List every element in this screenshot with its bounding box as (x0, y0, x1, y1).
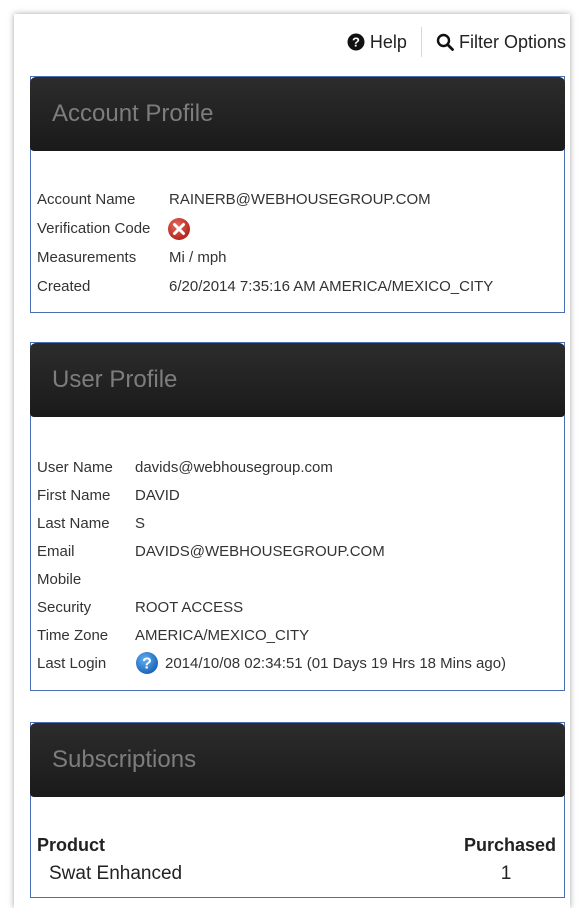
field-label: Last Name (37, 514, 110, 532)
field-label: Email (37, 542, 75, 560)
subscriptions-title: Subscriptions (52, 746, 197, 773)
product-column-header: Product (37, 835, 106, 855)
svg-text:?: ? (142, 656, 152, 673)
user-profile-title: User Profile (52, 366, 178, 393)
filter-options-label: Filter Options (458, 31, 566, 52)
user-profile-panel: User Profile User Name davids@webhousegr… (30, 342, 565, 691)
product-name: Swat Enhanced (49, 863, 183, 884)
error-x-icon (167, 217, 191, 241)
field-label: Last Login (37, 654, 107, 672)
security-row: Security ROOT ACCESS (37, 593, 564, 621)
account-profile-fields: Account Name RAINERB@WEBHOUSEGROUP.COM V… (31, 151, 564, 301)
account-name-row: Account Name RAINERB@WEBHOUSEGROUP.COM (37, 185, 564, 214)
help-button[interactable]: ? Help (341, 28, 413, 57)
last-login-row: Last Login ? 2014/10/08 02:34:51 (01 Day… (37, 649, 564, 677)
subscriptions-table: Product Purchased Swat Enhanced 1 (31, 797, 564, 885)
help-label: Help (369, 31, 407, 52)
subscriptions-panel: Subscriptions Product Purchased Swat Enh… (30, 722, 565, 898)
last-login-value: 2014/10/08 02:34:51 (01 Days 19 Hrs 18 M… (165, 654, 507, 672)
email-value: DAVIDS@WEBHOUSEGROUP.COM (135, 542, 385, 560)
field-label: Account Name (37, 191, 136, 208)
svg-text:?: ? (352, 35, 360, 50)
search-icon (436, 33, 454, 51)
field-label: Created (37, 278, 91, 295)
account-profile-header: Account Profile (30, 77, 565, 151)
field-label: User Name (37, 458, 113, 476)
help-info-icon[interactable]: ? (135, 651, 159, 675)
question-circle-icon: ? (347, 33, 365, 51)
mobile-row: Mobile (37, 565, 564, 593)
first-name-value: DAVID (135, 486, 180, 504)
created-row: Created 6/20/2014 7:35:16 AM AMERICA/MEX… (37, 272, 564, 301)
user-profile-fields: User Name davids@webhousegroup.com First… (31, 417, 564, 677)
user-profile-header: User Profile (30, 343, 565, 417)
field-label: Security (37, 598, 92, 616)
toolbar: ? Help Filter Options (341, 24, 572, 60)
time-zone-row: Time Zone AMERICA/MEXICO_CITY (37, 621, 564, 649)
field-label: Verification Code (37, 220, 151, 237)
account-name-value: RAINERB@WEBHOUSEGROUP.COM (169, 191, 431, 208)
created-value: 6/20/2014 7:35:16 AM AMERICA/MEXICO_CITY (169, 278, 494, 295)
field-label: Measurements (37, 249, 137, 266)
first-name-row: First Name DAVID (37, 481, 564, 509)
security-value: ROOT ACCESS (135, 598, 244, 616)
subscriptions-table-header: Product Purchased (37, 835, 556, 856)
time-zone-value: AMERICA/MEXICO_CITY (135, 626, 310, 644)
account-profile-panel: Account Profile Account Name RAINERB@WEB… (30, 76, 565, 313)
user-name-value: davids@webhousegroup.com (135, 458, 333, 476)
toolbar-divider (420, 27, 422, 57)
table-row: Swat Enhanced 1 (37, 863, 556, 885)
purchased-count: 1 (500, 863, 512, 884)
purchased-column-header: Purchased (463, 835, 556, 855)
measurements-value: Mi / mph (169, 249, 227, 266)
email-row: Email DAVIDS@WEBHOUSEGROUP.COM (37, 537, 564, 565)
filter-options-button[interactable]: Filter Options (430, 28, 572, 57)
account-profile-title: Account Profile (52, 100, 214, 127)
last-name-row: Last Name S (37, 509, 564, 537)
field-label: Mobile (37, 570, 82, 588)
subscriptions-header: Subscriptions (30, 723, 565, 797)
measurements-row: Measurements Mi / mph (37, 243, 564, 272)
last-name-value: S (135, 514, 146, 532)
verification-code-row: Verification Code (37, 214, 564, 243)
user-name-row: User Name davids@webhousegroup.com (37, 453, 564, 481)
field-label: Time Zone (37, 626, 109, 644)
field-label: First Name (37, 486, 111, 504)
